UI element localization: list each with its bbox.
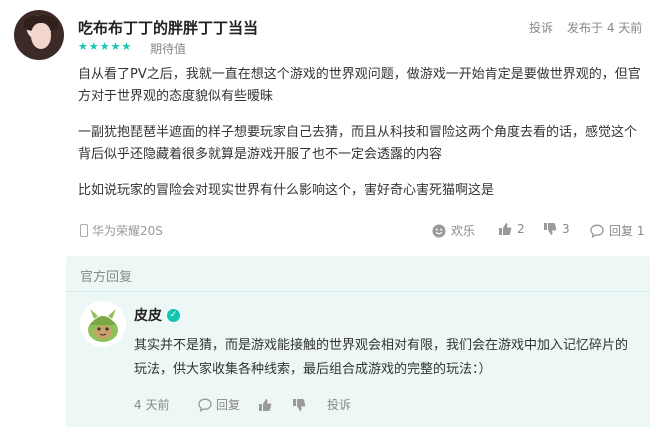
official-reply-box: 官方回复 皮皮 ✓ 其实并不是猜，而是游戏能接触的世界观会相对有限，我们会在游戏… — [66, 256, 650, 427]
fun-label: 欢乐 — [451, 224, 476, 238]
thumbs-up-icon — [499, 223, 512, 235]
username[interactable]: 吃布布丁丁的胖胖丁丁当当 — [78, 17, 258, 38]
smiley-icon — [432, 224, 446, 237]
phone-icon — [80, 224, 88, 237]
avatar-face — [31, 23, 51, 49]
comment-paragraph: 比如说玩家的冒险会对现实世界有什么影响这个，害好奇心害死猫啊这是 — [78, 183, 495, 198]
verified-badge-icon: ✓ — [167, 308, 180, 322]
thumbs-down-icon — [544, 223, 557, 235]
official-reply-time: 4 天前 — [134, 398, 170, 412]
official-reply-meta: 4 天前 回复 投诉 — [134, 396, 351, 413]
comment-icon — [590, 224, 604, 238]
official-reply-button[interactable]: 回复 — [198, 396, 258, 413]
comment-paragraph: 自从看了PV之后，我就一直在想这个游戏的世界观问题，做游戏一开始肯定是要做世界观… — [78, 67, 641, 104]
official-downvote-button[interactable] — [292, 398, 327, 412]
comment-paragraph: 一副犹抱琵琶半遮面的样子想要玩家自己去猜，而且从科技和冒险这两个角度去看的话，感… — [78, 125, 638, 162]
official-reply-text: 其实并不是猜，而是游戏能接触的世界观会相对有限，我们会在游戏中加入记忆碎片的玩法… — [134, 338, 629, 377]
rating-stars: ★ ★ ★ ★ ★ — [78, 41, 131, 53]
device-name: 华为荣耀20S — [92, 224, 163, 238]
developer-avatar[interactable] — [80, 301, 126, 347]
thumbs-up-icon — [259, 398, 272, 411]
downvote-count: 3 — [562, 222, 570, 236]
posted-time: 发布于 4 天前 — [567, 21, 643, 35]
rating-label: 期待值 — [150, 42, 187, 56]
downvote-button[interactable]: 3 — [543, 222, 570, 236]
official-report-button[interactable]: 投诉 — [327, 396, 351, 413]
official-upvote-button[interactable] — [258, 398, 292, 412]
thumbs-down-icon — [293, 398, 306, 411]
reply-button[interactable]: 回复 1 — [590, 222, 644, 239]
star-icon: ★ — [110, 40, 121, 53]
official-reply-button-label: 回复 — [216, 398, 241, 412]
reply-label: 回复 1 — [609, 224, 645, 238]
star-icon: ★ — [78, 40, 88, 53]
user-avatar[interactable] — [14, 10, 64, 60]
comment-icon — [198, 398, 212, 412]
star-icon: ★ — [99, 40, 110, 53]
device-info: 华为荣耀20S — [80, 222, 163, 239]
report-button[interactable]: 投诉 — [529, 19, 553, 36]
mascot-icon — [80, 301, 126, 347]
divider — [66, 291, 650, 292]
developer-name[interactable]: 皮皮 — [134, 305, 162, 325]
star-icon: ★ — [88, 40, 99, 53]
official-reply-label: 官方回复 — [80, 270, 133, 285]
star-icon: ★ — [121, 40, 132, 53]
fun-button[interactable]: 欢乐 — [432, 222, 475, 239]
upvote-count: 2 — [517, 222, 525, 236]
developer-name-row: 皮皮 ✓ — [134, 305, 180, 325]
upvote-button[interactable]: 2 — [498, 222, 525, 236]
